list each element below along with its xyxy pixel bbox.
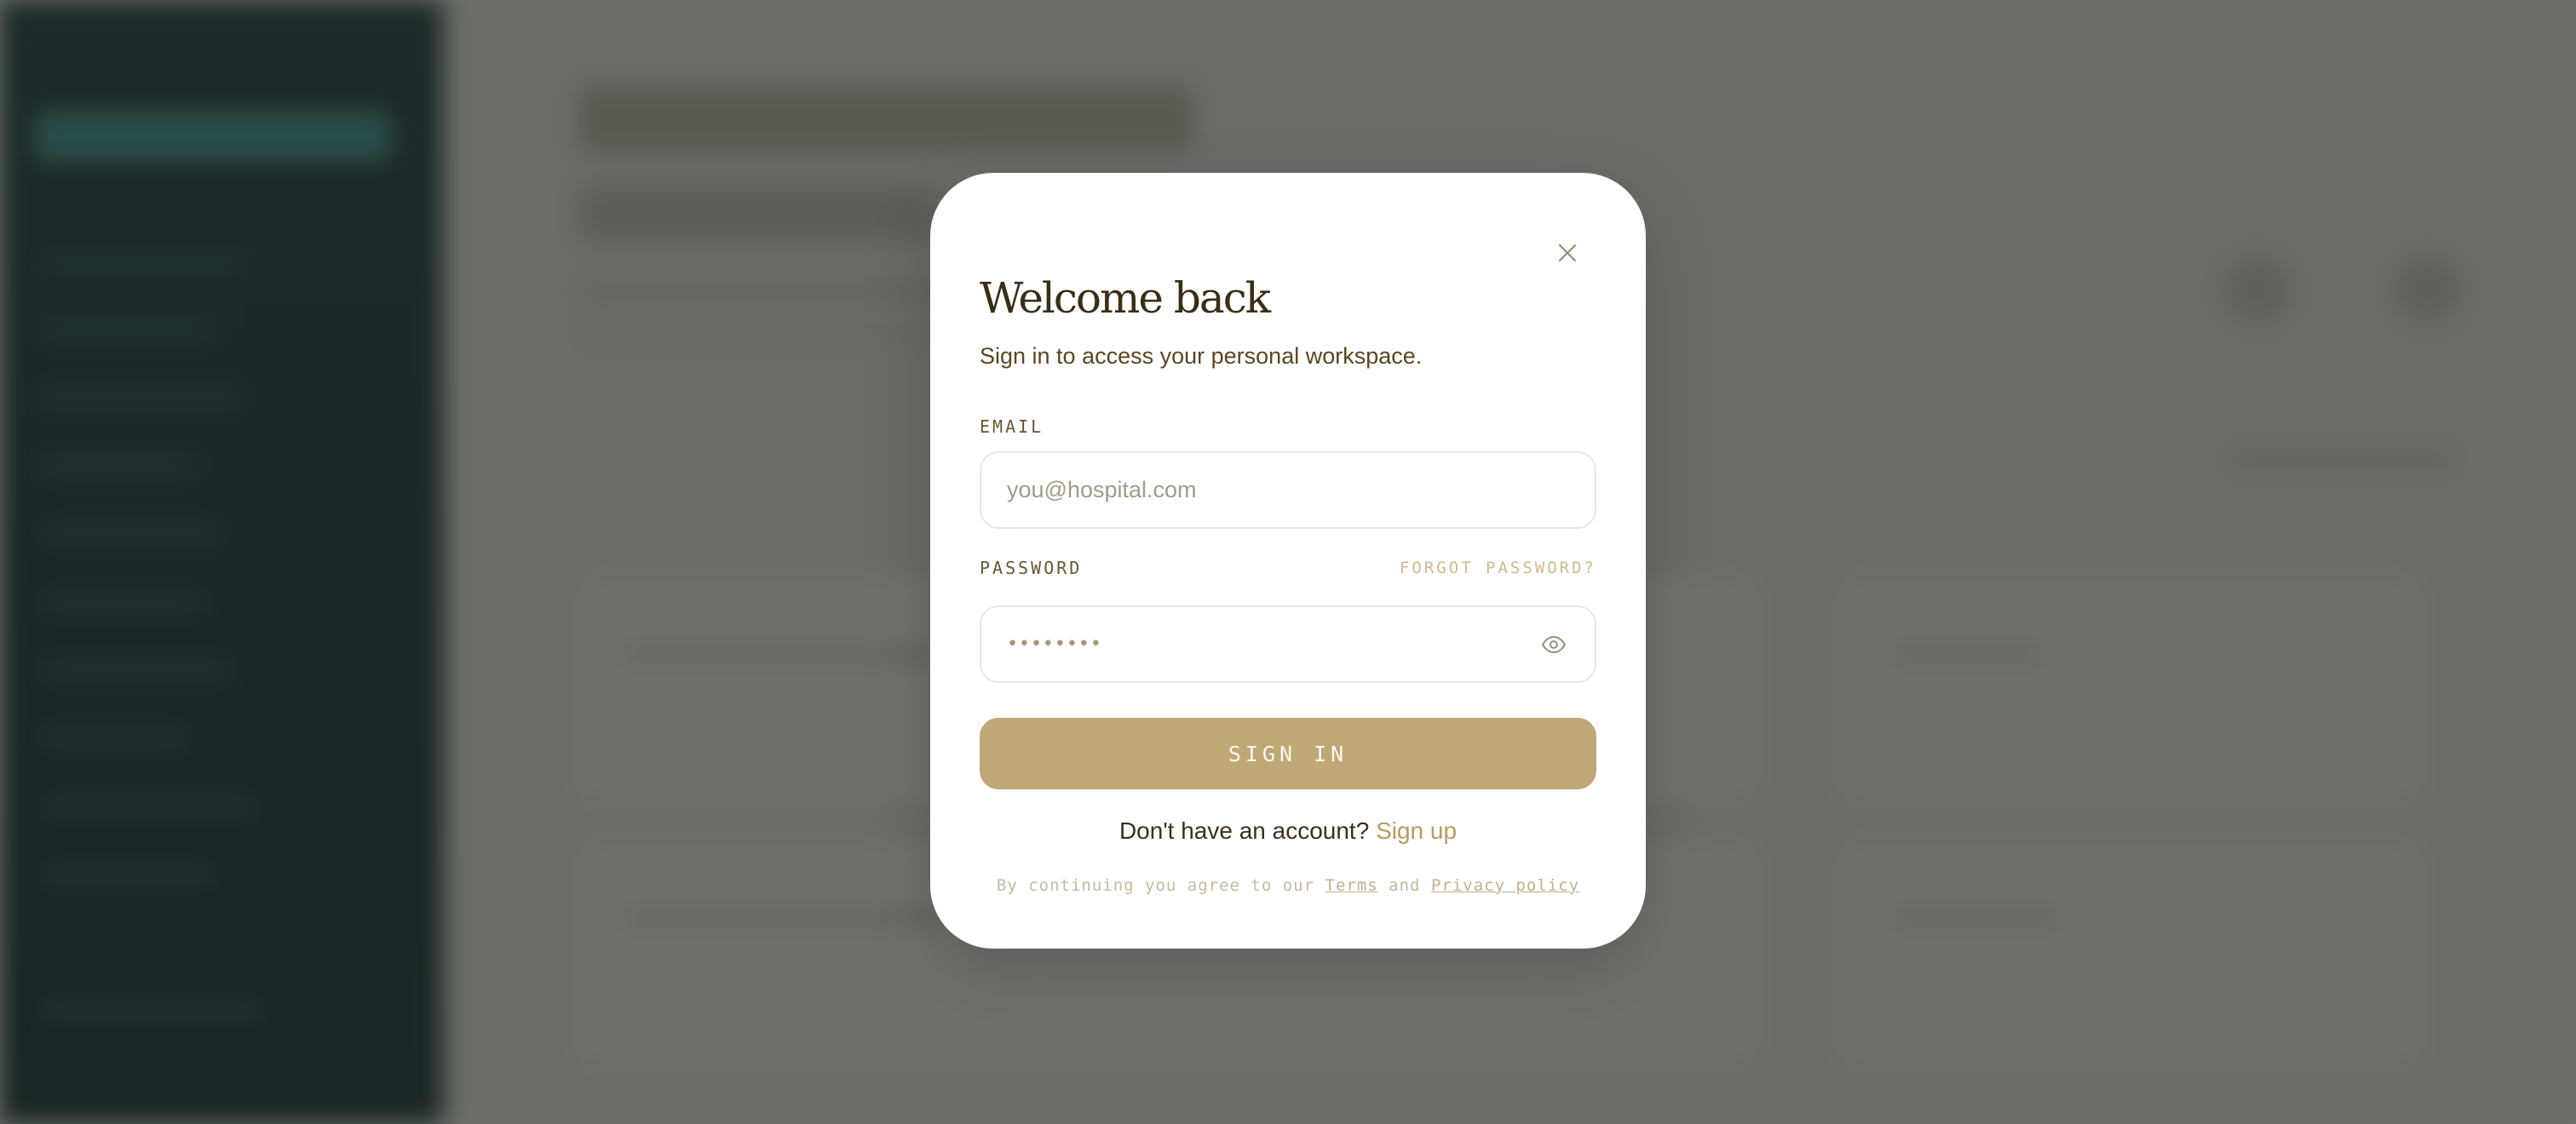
email-field[interactable] [980, 451, 1596, 529]
privacy-policy-link[interactable]: Privacy policy [1431, 876, 1579, 895]
show-password-button[interactable] [1538, 629, 1569, 660]
modal-title: Welcome back [980, 273, 1271, 323]
legal-conjunction: and [1389, 876, 1421, 895]
signup-row: Don't have an account? Sign up [930, 817, 1646, 845]
forgot-password-link[interactable]: FORGOT PASSWORD? [1400, 559, 1596, 577]
legal-notice: By continuing you agree to our Terms and… [930, 876, 1646, 895]
close-button[interactable] [1547, 232, 1588, 273]
signup-link[interactable]: Sign up [1376, 817, 1457, 844]
close-icon [1558, 244, 1577, 262]
email-label: EMAIL [980, 416, 1044, 437]
legal-prefix: By continuing you agree to our [996, 876, 1315, 895]
terms-link[interactable]: Terms [1325, 876, 1378, 895]
signin-modal: Welcome back Sign in to access your pers… [930, 173, 1646, 949]
password-field[interactable]: •••••••• [980, 605, 1596, 683]
password-label: PASSWORD [980, 558, 1083, 578]
password-input[interactable]: •••••••• [1007, 634, 1538, 655]
modal-subtitle: Sign in to access your personal workspac… [980, 343, 1423, 369]
signin-button[interactable]: SIGN IN [980, 718, 1596, 789]
email-input[interactable] [1007, 477, 1569, 503]
signup-prompt: Don't have an account? [1118, 817, 1370, 844]
eye-icon [1541, 635, 1567, 653]
